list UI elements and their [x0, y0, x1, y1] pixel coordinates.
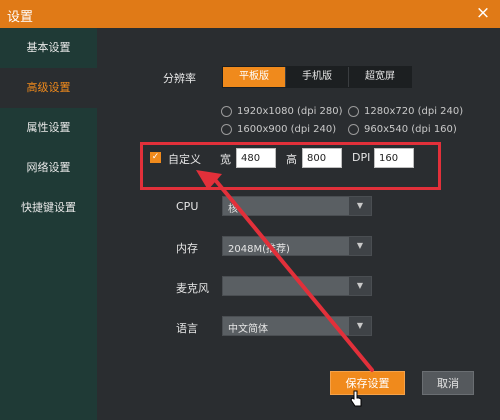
resolution-tabs: 平板版 手机版 超宽屏 [222, 66, 412, 88]
resolution-option-1600x900[interactable]: 1600x900 (dpi 240) [221, 124, 336, 135]
memory-select[interactable]: 2048M(推荐) ▼ [222, 236, 372, 256]
cpu-label: CPU [176, 200, 199, 213]
language-value: 中文简体 [228, 324, 268, 335]
radio-icon [221, 124, 232, 135]
chevron-down-icon: ▼ [349, 317, 371, 335]
chevron-down-icon: ▼ [349, 277, 371, 295]
resolution-option-label: 1280x720 (dpi 240) [364, 106, 464, 117]
cpu-value: 核 [228, 204, 238, 215]
tab-phone[interactable]: 手机版 [286, 67, 349, 87]
tab-ultrawide[interactable]: 超宽屏 [349, 67, 411, 87]
radio-icon [348, 106, 359, 117]
save-settings-button[interactable]: 保存设置 [330, 371, 405, 395]
resolution-option-1920x1080[interactable]: 1920x1080 (dpi 280) [221, 106, 343, 117]
sidebar-item-advanced-settings[interactable]: 高级设置 [0, 68, 97, 108]
cpu-select[interactable]: 核 ▼ [222, 196, 372, 216]
window-title: 设置 [7, 10, 34, 25]
height-input[interactable]: 800 [302, 148, 342, 168]
sidebar: 基本设置 高级设置 属性设置 网络设置 快捷键设置 [0, 28, 97, 420]
title-bar: 设置 × [0, 0, 500, 28]
resolution-option-label: 960x540 (dpi 160) [364, 124, 457, 135]
language-select[interactable]: 中文简体 ▼ [222, 316, 372, 336]
sidebar-item-basic-settings[interactable]: 基本设置 [0, 28, 97, 68]
resolution-label: 分辨率 [163, 72, 196, 85]
width-input[interactable]: 480 [236, 148, 276, 168]
memory-label: 内存 [176, 242, 198, 255]
custom-label: 自定义 [168, 153, 201, 166]
microphone-label: 麦克风 [176, 282, 209, 295]
tab-tablet[interactable]: 平板版 [223, 67, 286, 87]
radio-icon [348, 124, 359, 135]
cancel-button[interactable]: 取消 [422, 371, 474, 395]
width-label: 宽 [220, 153, 231, 166]
custom-checkbox[interactable]: ✓ [150, 152, 161, 163]
sidebar-item-shortcut-settings[interactable]: 快捷键设置 [0, 188, 97, 228]
resolution-option-label: 1600x900 (dpi 240) [237, 124, 337, 135]
dpi-input[interactable]: 160 [374, 148, 414, 168]
memory-value: 2048M(推荐) [228, 244, 290, 255]
chevron-down-icon: ▼ [349, 197, 371, 215]
sidebar-item-property-settings[interactable]: 属性设置 [0, 108, 97, 148]
radio-icon [221, 106, 232, 117]
sidebar-item-network-settings[interactable]: 网络设置 [0, 148, 97, 188]
resolution-option-label: 1920x1080 (dpi 280) [237, 106, 343, 117]
resolution-option-1280x720[interactable]: 1280x720 (dpi 240) [348, 106, 463, 117]
language-label: 语言 [176, 322, 198, 335]
close-icon[interactable]: × [466, 0, 500, 28]
hand-cursor-icon [350, 390, 362, 407]
dpi-label: DPI [352, 151, 371, 164]
chevron-down-icon: ▼ [349, 237, 371, 255]
microphone-select[interactable]: ▼ [222, 276, 372, 296]
resolution-option-960x540[interactable]: 960x540 (dpi 160) [348, 124, 457, 135]
height-label: 高 [286, 153, 297, 166]
